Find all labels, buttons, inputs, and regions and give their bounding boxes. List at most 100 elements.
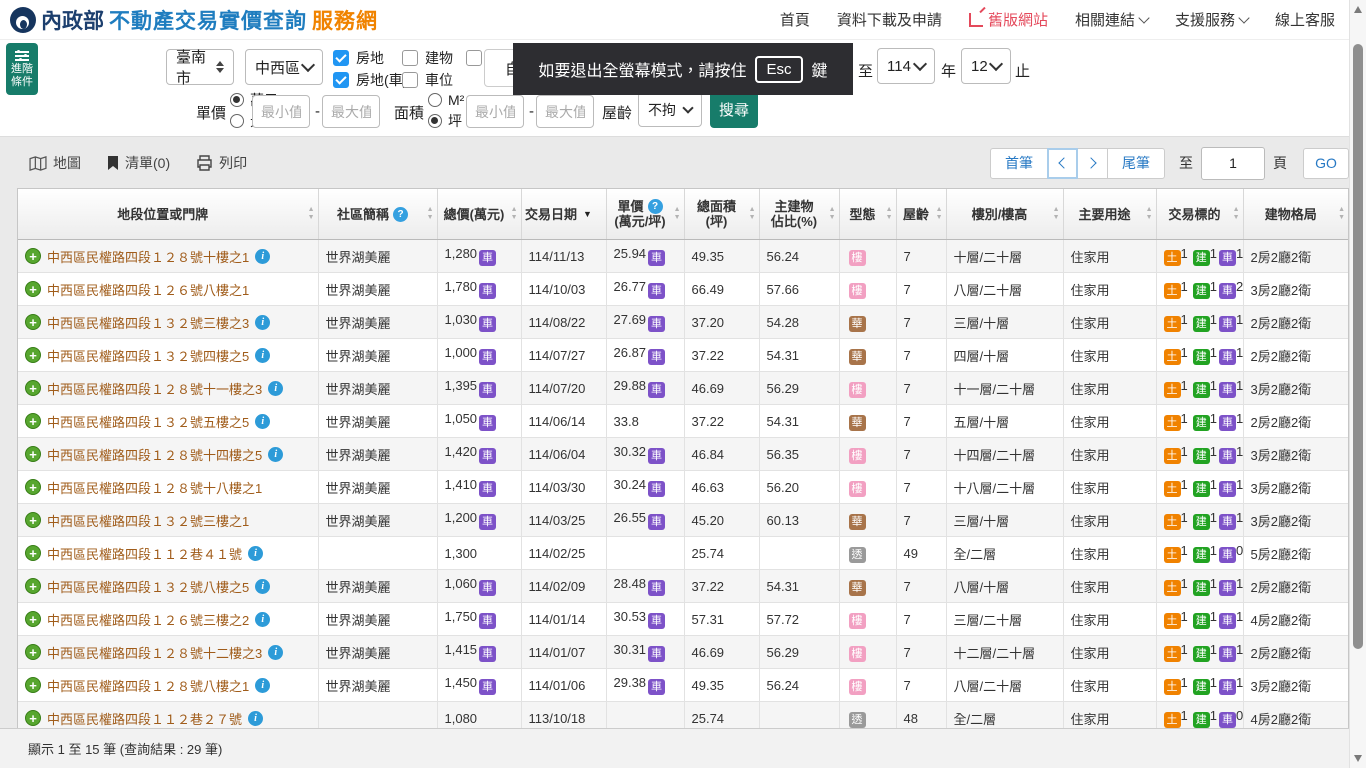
- column-header-10[interactable]: 主要用途 ▲ ▼: [1063, 189, 1157, 240]
- first-page-button[interactable]: 首筆: [990, 147, 1048, 179]
- column-header-9[interactable]: 樓別/樓高 ▲ ▼: [946, 189, 1064, 240]
- info-icon[interactable]: i: [255, 314, 271, 330]
- next-page-button[interactable]: [1077, 147, 1108, 179]
- end-year-select[interactable]: 114: [877, 48, 935, 84]
- add-to-list-icon[interactable]: +: [25, 446, 41, 462]
- radio-square-meter[interactable]: M²: [428, 91, 464, 109]
- info-icon[interactable]: i: [248, 710, 264, 726]
- nav-downloads[interactable]: 資料下載及申請: [837, 9, 942, 30]
- map-view-button[interactable]: 地圖: [29, 153, 81, 173]
- area-min-input[interactable]: [466, 95, 524, 128]
- add-to-list-icon[interactable]: +: [25, 545, 41, 561]
- sort-toggle-icon[interactable]: ▲ ▼: [886, 206, 893, 222]
- address-link[interactable]: 中西區民權路四段１２６號三樓之2: [47, 610, 249, 629]
- column-header-2[interactable]: 總價(萬元) ▲ ▼: [437, 189, 522, 240]
- address-link[interactable]: 中西區民權路四段１１２巷４１號: [47, 544, 242, 563]
- address-link[interactable]: 中西區民權路四段１３２號三樓之3: [47, 313, 249, 332]
- sort-toggle-icon[interactable]: ▲ ▼: [427, 206, 434, 222]
- add-to-list-icon[interactable]: +: [25, 611, 41, 627]
- nav-home[interactable]: 首頁: [780, 9, 810, 30]
- info-icon[interactable]: i: [255, 413, 271, 429]
- add-to-list-icon[interactable]: +: [25, 248, 41, 264]
- checkbox-building[interactable]: 建物: [402, 48, 453, 68]
- info-icon[interactable]: i: [255, 578, 271, 594]
- info-icon[interactable]: i: [255, 677, 271, 693]
- address-link[interactable]: 中西區民權路四段１２８號十四樓之5: [47, 445, 262, 464]
- sort-toggle-icon[interactable]: ▲ ▼: [936, 206, 943, 222]
- sort-toggle-icon[interactable]: ▲ ▼: [1233, 206, 1240, 222]
- nav-old-site[interactable]: 舊版網站: [968, 9, 1048, 30]
- checkbox-parking[interactable]: 車位: [402, 70, 453, 90]
- add-to-list-icon[interactable]: +: [25, 281, 41, 297]
- add-to-list-icon[interactable]: +: [25, 644, 41, 660]
- add-to-list-icon[interactable]: +: [25, 413, 41, 429]
- advanced-filter-button[interactable]: 進階 條件: [6, 43, 38, 95]
- column-header-5[interactable]: 總面積 (坪) ▲ ▼: [684, 189, 760, 240]
- add-to-list-icon[interactable]: +: [25, 677, 41, 693]
- search-button[interactable]: 搜尋: [710, 91, 758, 128]
- unit-price-min-input[interactable]: [252, 95, 310, 128]
- page-number-input[interactable]: [1201, 146, 1265, 180]
- address-link[interactable]: 中西區民權路四段１３２號五樓之5: [47, 412, 249, 431]
- print-button[interactable]: 列印: [196, 153, 247, 173]
- scrollbar-thumb[interactable]: [1353, 44, 1363, 649]
- column-header-3[interactable]: 交易日期 ▼: [521, 189, 607, 240]
- saved-list-button[interactable]: 清單(0): [107, 153, 170, 173]
- address-link[interactable]: 中西區民權路四段１１２巷２７號: [47, 709, 242, 728]
- area-max-input[interactable]: [536, 95, 594, 128]
- add-to-list-icon[interactable]: +: [25, 314, 41, 330]
- column-header-7[interactable]: 型態 ▲ ▼: [839, 189, 897, 240]
- sort-toggle-icon[interactable]: ▲ ▼: [829, 206, 836, 222]
- address-link[interactable]: 中西區民權路四段１２８號十八樓之1: [47, 478, 262, 497]
- nav-online-service[interactable]: 線上客服: [1275, 9, 1335, 30]
- info-icon[interactable]: i: [268, 380, 284, 396]
- column-header-1[interactable]: 社區簡稱? ▲ ▼: [318, 189, 438, 240]
- sort-toggle-icon[interactable]: ▲ ▼: [1338, 206, 1345, 222]
- address-link[interactable]: 中西區民權路四段１３２號三樓之1: [47, 511, 249, 530]
- prev-page-button[interactable]: [1047, 147, 1078, 179]
- scroll-up-arrow-icon[interactable]: [1354, 6, 1362, 13]
- address-link[interactable]: 中西區民權路四段１２８號十一樓之3: [47, 379, 262, 398]
- unit-price-max-input[interactable]: [322, 95, 380, 128]
- address-link[interactable]: 中西區民權路四段１３２號八樓之5: [47, 577, 249, 596]
- info-icon[interactable]: i: [248, 545, 264, 561]
- address-link[interactable]: 中西區民權路四段１２６號八樓之1: [47, 280, 249, 299]
- help-icon[interactable]: ?: [393, 206, 408, 222]
- end-month-select[interactable]: 12: [961, 48, 1011, 84]
- help-icon[interactable]: ?: [647, 199, 663, 214]
- age-select[interactable]: 不拘: [638, 92, 702, 127]
- site-logo[interactable]: 內政部 不動產交易實價查詢 服務網: [10, 5, 378, 35]
- checkbox-house-land[interactable]: 房地: [333, 48, 384, 68]
- address-link[interactable]: 中西區民權路四段１２８號十樓之1: [47, 247, 249, 266]
- column-header-11[interactable]: 交易標的 ▲ ▼: [1156, 189, 1244, 240]
- column-header-12[interactable]: 建物格局 ▲ ▼: [1243, 189, 1348, 240]
- add-to-list-icon[interactable]: +: [25, 512, 41, 528]
- info-icon[interactable]: i: [255, 248, 271, 264]
- go-button[interactable]: GO: [1303, 147, 1349, 179]
- add-to-list-icon[interactable]: +: [25, 578, 41, 594]
- nav-related-links[interactable]: 相關連結: [1075, 9, 1150, 30]
- column-header-6[interactable]: 主建物 佔比(%) ▲ ▼: [759, 189, 840, 240]
- radio-ping[interactable]: 坪: [428, 112, 462, 130]
- sort-toggle-icon[interactable]: ▲ ▼: [1053, 206, 1060, 222]
- info-icon[interactable]: i: [268, 446, 284, 462]
- info-icon[interactable]: i: [268, 644, 284, 660]
- last-page-button[interactable]: 尾筆: [1107, 147, 1165, 179]
- add-to-list-icon[interactable]: +: [25, 710, 41, 726]
- address-link[interactable]: 中西區民權路四段１２８號八樓之1: [47, 676, 249, 695]
- add-to-list-icon[interactable]: +: [25, 380, 41, 396]
- sort-toggle-icon[interactable]: ▲ ▼: [749, 206, 756, 222]
- city-select[interactable]: 臺南市: [166, 49, 234, 87]
- column-header-8[interactable]: 屋齡 ▲ ▼: [896, 189, 947, 240]
- scroll-down-arrow-icon[interactable]: [1354, 755, 1362, 762]
- column-header-4[interactable]: 單價? (萬元/坪) ▲ ▼: [606, 189, 685, 240]
- info-icon[interactable]: i: [255, 611, 271, 627]
- address-link[interactable]: 中西區民權路四段１２８號十二樓之3: [47, 643, 262, 662]
- sort-toggle-icon[interactable]: ▲ ▼: [308, 206, 315, 222]
- sort-toggle-icon[interactable]: ▲ ▼: [674, 206, 681, 222]
- checkbox-house-land-car[interactable]: 房地(車): [333, 70, 407, 90]
- page-scrollbar[interactable]: [1349, 0, 1366, 768]
- nav-support[interactable]: 支援服務: [1175, 9, 1250, 30]
- sort-toggle-icon[interactable]: ▲ ▼: [1146, 206, 1153, 222]
- info-icon[interactable]: i: [255, 347, 271, 363]
